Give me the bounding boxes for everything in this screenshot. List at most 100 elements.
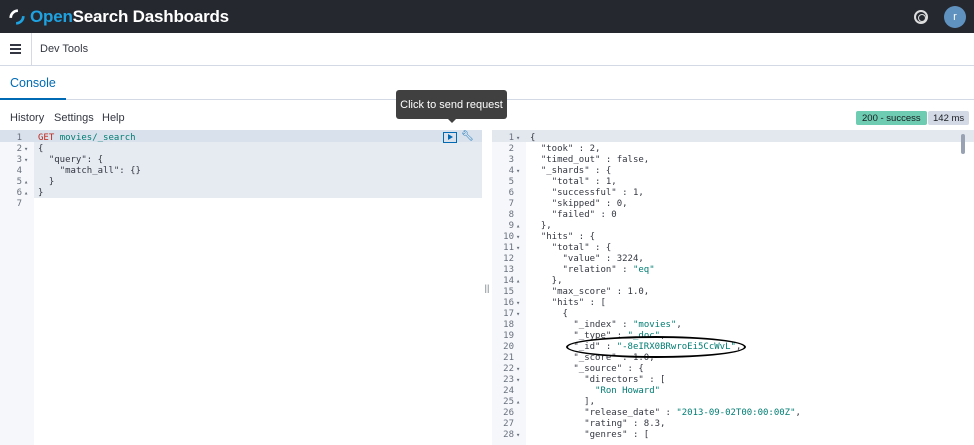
menu-icon-bar [10, 48, 21, 50]
tab-console[interactable]: Console [0, 67, 66, 100]
code-text: "successful" : 1, [551, 188, 644, 198]
status-badge: 200 - success [856, 111, 927, 125]
fold-close-icon[interactable]: ▴ [516, 397, 524, 408]
line-number: 27 [503, 419, 514, 429]
code-line: 8 "failed" : 0 [492, 210, 974, 221]
code-text: "timed_out" : false, [540, 155, 650, 165]
fold-open-icon[interactable]: ▾ [24, 144, 32, 155]
line-number: 15 [503, 287, 514, 297]
code-text: "total" : { [551, 243, 612, 253]
code-text: "value" : 3224, [562, 254, 644, 264]
line-number: 19 [503, 331, 514, 341]
code-line: 11 ▾ "total" : { [492, 243, 974, 254]
tooltip-arrow [447, 118, 457, 123]
code-line: 18 "_index" : "movies", [492, 320, 974, 331]
line-number: 6 [16, 188, 22, 198]
wrench-icon[interactable]: 🔧︎ [461, 131, 474, 143]
fold-open-icon[interactable]: ▾ [516, 232, 524, 243]
settings-link[interactable]: Settings [54, 112, 94, 124]
code-text: "directors" : [ [584, 375, 666, 385]
line-number: 2 [508, 144, 514, 154]
code-text: "hits" : [ [551, 298, 606, 308]
code-text: { [38, 144, 44, 154]
fold-close-icon[interactable]: ▴ [516, 276, 524, 287]
fold-open-icon[interactable]: ▾ [516, 375, 524, 386]
code-line: 6 "successful" : 1, [492, 188, 974, 199]
code-text: "genres" : [ [584, 430, 650, 440]
code-line: 26 "release_date" : "2013-09-02T00:00:00… [492, 408, 974, 419]
line-number: 20 [503, 342, 514, 352]
id-highlight-annotation [566, 336, 746, 358]
code-line: 12 "value" : 3224, [492, 254, 974, 265]
code-line: 1 ▾ { [492, 133, 974, 144]
fold-open-icon[interactable]: ▾ [516, 364, 524, 375]
fold-open-icon[interactable]: ▾ [24, 155, 32, 166]
code-text: "release_date" : "2013-09-02T00:00:00Z", [584, 408, 801, 418]
line-number: 2 [16, 144, 22, 154]
code-line: 2 ▾ { [0, 144, 482, 155]
code-line: 3 "timed_out" : false, [492, 155, 974, 166]
line-number: 9 [508, 221, 514, 231]
code-line: 10 ▾ "hits" : { [492, 232, 974, 243]
code-text: "_index" : "movies", [573, 320, 682, 330]
history-link[interactable]: History [10, 112, 44, 124]
line-number: 18 [503, 320, 514, 330]
line-number: 3 [508, 155, 514, 165]
code-line: 17 ▾ { [492, 309, 974, 320]
fold-close-icon[interactable]: ▴ [24, 188, 32, 199]
code-text: "hits" : { [540, 232, 596, 242]
request-editor[interactable]: 1 GET movies/_search 2 ▾{3 ▾ "query": {4 "ma… [0, 130, 482, 445]
breadcrumb[interactable]: Dev Tools [40, 43, 88, 55]
code-text: }, [530, 276, 563, 286]
opensearch-logo[interactable]: OpenSearch Dashboards [8, 7, 229, 27]
line-number: 6 [508, 188, 514, 198]
fold-open-icon[interactable]: ▾ [516, 298, 524, 309]
code-line: 6 ▴} [0, 188, 482, 199]
line-number: 1 [16, 133, 22, 143]
line-number: 5 [508, 177, 514, 187]
code-line: 27 "rating" : 8.3, [492, 419, 974, 430]
line-number: 11 [503, 243, 514, 253]
code-text: "failed" : 0 [551, 210, 617, 220]
code-text: "total" : 1, [551, 177, 617, 187]
line-number: 23 [503, 375, 514, 385]
code-line: 28 ▾ "genres" : [ [492, 430, 974, 441]
user-avatar[interactable]: r [944, 5, 966, 28]
code-line: 23 ▾ "directors" : [ [492, 375, 974, 386]
line-number: 7 [508, 199, 514, 209]
code-text: "_source" : { [573, 364, 644, 374]
fold-open-icon[interactable]: ▾ [516, 243, 524, 254]
line-number: 14 [503, 276, 514, 286]
code-line: 4 "match_all": {} [0, 166, 482, 177]
pane-resizer[interactable]: || [482, 130, 492, 445]
code-text: "_shards" : { [540, 166, 612, 176]
fold-close-icon[interactable]: ▴ [516, 221, 524, 232]
menu-icon-bar [10, 44, 21, 46]
app-bar: Dev Tools [0, 32, 974, 66]
fold-open-icon[interactable]: ▾ [516, 430, 524, 441]
code-line: 25 ▴ ], [492, 397, 974, 408]
fold-open-icon[interactable]: ▾ [516, 166, 524, 177]
help-link[interactable]: Help [102, 112, 125, 124]
line-number: 1 [508, 133, 514, 143]
fold-open-icon[interactable]: ▾ [516, 133, 524, 144]
line-number: 28 [503, 430, 514, 440]
line-number: 26 [503, 408, 514, 418]
code-line: 15 "max_score" : 1.0, [492, 287, 974, 298]
opensearch-logo-icon [9, 8, 25, 25]
send-request-icon[interactable] [443, 131, 457, 143]
request-time-badge: 142 ms [928, 111, 970, 125]
code-line: 2 "took" : 2, [492, 144, 974, 155]
line-number: 4 [508, 166, 514, 176]
line-number: 13 [503, 265, 514, 275]
line-number: 21 [503, 353, 514, 363]
code-text: "Ron Howard" [595, 386, 661, 396]
fold-open-icon[interactable]: ▾ [516, 309, 524, 320]
response-scrollbar[interactable] [961, 134, 965, 154]
code-line: 24 "Ron Howard" [492, 386, 974, 397]
fold-close-icon[interactable]: ▴ [24, 177, 32, 188]
help-icon[interactable] [914, 9, 928, 24]
menu-button[interactable] [0, 32, 32, 66]
code-line: 5 "total" : 1, [492, 177, 974, 188]
code-text: "skipped" : 0, [551, 199, 628, 209]
